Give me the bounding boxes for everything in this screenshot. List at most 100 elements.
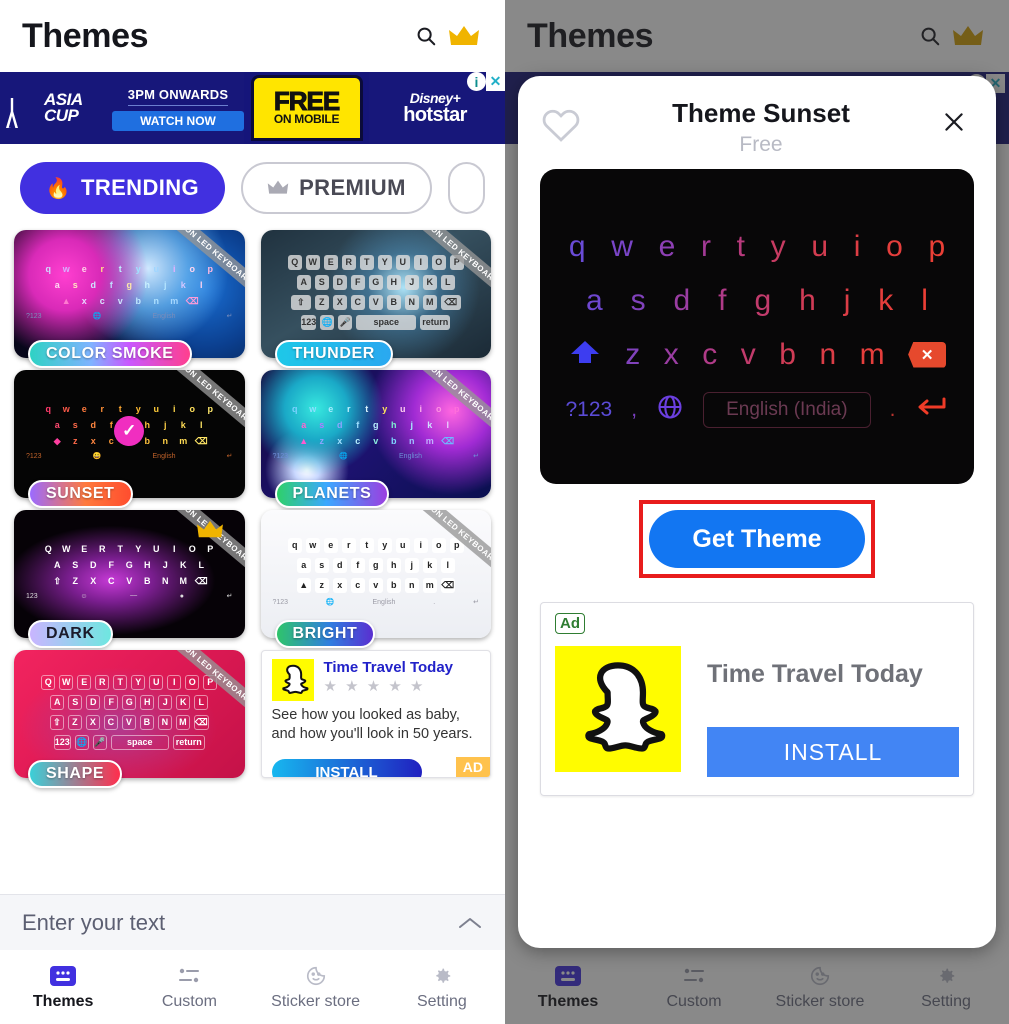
filter-chip-trending[interactable]: 🔥 TRENDING	[20, 162, 225, 214]
nav-item-custom[interactable]: Custom	[126, 964, 252, 1011]
flame-icon: 🔥	[45, 177, 71, 200]
key-t[interactable]: t	[737, 230, 745, 264]
close-icon[interactable]	[934, 102, 974, 142]
space-key[interactable]: English (India)	[703, 391, 871, 428]
theme-card[interactable]: qwertyuiop asdfghjkl ▲ x c v b n m ⌫ ?123 🌐 Engli…	[14, 230, 245, 368]
key-b[interactable]: b	[779, 338, 796, 372]
key-c[interactable]: c	[702, 338, 717, 372]
theme-preview-image: qwertyuiop asdfghjkl ▲ x c v b n m ⌫ ?123 🌐 Engli…	[14, 230, 245, 358]
bottom-nav[interactable]: Themes Custom Sticker store	[0, 950, 505, 1024]
crown-icon[interactable]	[445, 17, 483, 55]
key-period[interactable]: .	[890, 398, 896, 422]
key-i[interactable]: i	[854, 230, 861, 264]
key-w[interactable]: w	[611, 230, 633, 264]
nav-item-themes[interactable]: Themes	[0, 964, 126, 1011]
ad-controls: i ✕	[467, 72, 505, 91]
key-q[interactable]: q	[569, 230, 586, 264]
shift-arrow-icon[interactable]	[568, 339, 602, 370]
filter-chip-trending-label: TRENDING	[80, 175, 200, 200]
key-k[interactable]: k	[878, 284, 893, 318]
key-j[interactable]: j	[844, 284, 851, 318]
search-icon[interactable]	[407, 17, 445, 55]
theme-card[interactable]: QWERTYUIOP ASDFGHJKL ⇧ Z X C V B N M ⌫ 123 ☺ ⎯⎯ ● ↵ …	[14, 510, 245, 648]
key-p[interactable]: p	[928, 230, 945, 264]
gear-icon	[431, 964, 453, 988]
ad-time-text: 3PM ONWARDS	[127, 87, 229, 106]
key-symbols[interactable]: ?123	[566, 398, 613, 422]
theme-card[interactable]: QWERTYUIOP ASDFGHJKL ⇧ Z X C V B N M ⌫ 123 🌐 🎤 spac…	[260, 230, 491, 368]
text-entry-bar[interactable]: Enter your text	[0, 894, 505, 950]
key-u[interactable]: u	[811, 230, 828, 264]
theme-name-label: COLOR SMOKE	[28, 340, 192, 368]
modal-ad-install-button[interactable]: INSTALL	[707, 727, 959, 777]
chevron-up-icon[interactable]	[457, 916, 483, 930]
theme-detail-modal: Theme Sunset Free q w e r t y u i o p a …	[518, 76, 996, 948]
nav-label-themes: Themes	[32, 992, 94, 1010]
text-entry-placeholder[interactable]: Enter your text	[22, 910, 457, 936]
theme-preview-image: QWERTYUIOP ASDFGHJKL ⇧ Z X C V B N M ⌫ 123 ☺ ⎯⎯ ● ↵ …	[14, 510, 245, 638]
key-l[interactable]: l	[921, 284, 928, 318]
ad-brand-text: ASIA CUP	[44, 90, 83, 125]
ad-onmobile-text: ON MOBILE	[273, 112, 340, 126]
modal-ad-card[interactable]: Ad Time Travel Today INSTALL	[540, 602, 974, 796]
theme-preview-image: QWERTYUIOP ASDFGHJKL ⇧ Z X C V B N M ⌫ 123 🌐 🎤 spac…	[260, 230, 491, 358]
key-f[interactable]: f	[718, 284, 726, 318]
theme-preview-image: qwertyuiop asdfghjkl ◆zxcvbnm⌫ ?123😀Engl…	[14, 370, 245, 498]
ad-watch-button[interactable]: WATCH NOW	[112, 110, 244, 131]
filter-chip-row[interactable]: 🔥 TRENDING PREMIUM	[0, 144, 505, 230]
key-r[interactable]: r	[701, 230, 711, 264]
ad-badge: Ad	[555, 613, 585, 634]
theme-name-label: BRIGHT	[274, 620, 376, 648]
globe-icon[interactable]	[656, 393, 684, 426]
key-v[interactable]: v	[741, 338, 756, 372]
theme-grid: qwertyuiop asdfghjkl ▲ x c v b n m ⌫ ?123 🌐 Engli…	[0, 230, 505, 788]
nav-item-sticker-store[interactable]: Sticker store	[253, 964, 379, 1011]
key-n[interactable]: n	[819, 338, 836, 372]
heart-outline-icon[interactable]	[540, 104, 582, 146]
ad-close-icon[interactable]: ✕	[486, 72, 505, 91]
theme-preview-image: QWERTYUIOP ASDFGHJKL ⇧ Z X C V B N M ⌫ 123 🌐 🎤 spac…	[14, 650, 245, 778]
key-g[interactable]: g	[754, 284, 771, 318]
key-y[interactable]: y	[771, 230, 786, 264]
selected-check-icon: ✓	[114, 416, 145, 447]
top-ad-banner[interactable]: ASIA CUP 3PM ONWARDS WATCH NOW FREE ON MO…	[0, 72, 505, 144]
nav-item-setting[interactable]: Setting	[379, 964, 505, 1011]
screenshot-stage: Themes ASIA CUP 3PM ONWARDS WATCH NOW FRE…	[0, 0, 1009, 1024]
inline-ad-install-button[interactable]: INSTALL	[271, 759, 422, 777]
key-e[interactable]: e	[659, 230, 676, 264]
key-x[interactable]: x	[664, 338, 679, 372]
key-d[interactable]: d	[674, 284, 691, 318]
inline-ad-card[interactable]: Time Travel Today ★ ★ ★ ★ ★ See how you …	[260, 650, 491, 778]
filter-chip-next[interactable]	[448, 162, 485, 214]
crown-icon	[267, 175, 289, 201]
ad-info-icon[interactable]: i	[467, 72, 486, 91]
filter-chip-premium-label: PREMIUM	[299, 175, 406, 200]
theme-name-label: PLANETS	[274, 480, 390, 508]
modal-titles: Theme Sunset Free	[582, 98, 934, 157]
enter-arrow-icon[interactable]	[914, 395, 948, 424]
key-o[interactable]: o	[886, 230, 903, 264]
get-theme-button[interactable]: Get Theme	[649, 510, 865, 568]
right-phone-panel: Themes i ✕ Themes	[505, 0, 1009, 1024]
modal-header: Theme Sunset Free	[518, 76, 996, 157]
key-a[interactable]: a	[586, 284, 603, 318]
key-m[interactable]: m	[860, 338, 885, 372]
key-comma[interactable]: ,	[631, 398, 637, 422]
inline-ad-body: See how you looked as baby, and how you'…	[271, 707, 473, 742]
theme-name-label: DARK	[28, 620, 113, 648]
theme-card[interactable]: qwertyuiop asdfghjkl ▲ z x c v b n m ⌫ ?123 🌐 Engl…	[260, 510, 491, 648]
key-z[interactable]: z	[625, 338, 640, 372]
ad-label: AD	[455, 757, 490, 777]
theme-card[interactable]: qwertyuiop asdfghjkl ◆zxcvbnm⌫ ?123😀Engl…	[14, 370, 245, 508]
filter-chip-premium[interactable]: PREMIUM	[240, 162, 433, 214]
key-s[interactable]: s	[631, 284, 646, 318]
keyboard-row-1: q w e r t y u i o p	[554, 220, 960, 274]
nav-label-custom: Custom	[161, 992, 217, 1010]
modal-ad-title: Time Travel Today	[707, 660, 923, 688]
theme-preview-image: qwertyuiop asdfghjkl ▲ z x c v b n m ⌫ ?123 🌐 Engl…	[260, 370, 491, 498]
theme-card[interactable]: QWERTYUIOP ASDFGHJKL ⇧ Z X C V B N M ⌫ 123 🌐 🎤 spac…	[14, 650, 245, 788]
backspace-icon[interactable]: ✕	[908, 341, 947, 368]
keyboard-preview-large: q w e r t y u i o p a s d f g h j k l z …	[540, 169, 974, 484]
key-h[interactable]: h	[799, 284, 816, 318]
theme-card[interactable]: qwertyuiop asdfghjkl ▲ z x c v b n m ⌫ ?123 🌐 Engl…	[260, 370, 491, 508]
